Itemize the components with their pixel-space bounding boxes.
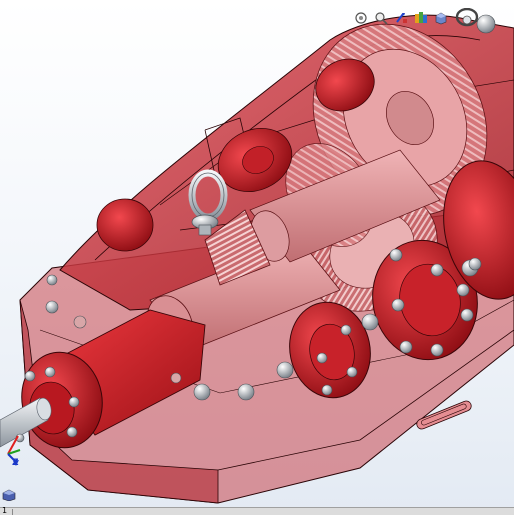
graphics-viewport[interactable] (0, 0, 514, 507)
zoom-to-fit-icon[interactable] (352, 10, 369, 27)
display-style-icon[interactable] (412, 10, 429, 27)
view-cube-icon[interactable] (2, 488, 16, 502)
heads-up-view-toolbar (352, 8, 482, 28)
solidworks-window: Z 1 (0, 0, 514, 515)
triad-z-label: Z (12, 458, 19, 468)
view-orientation-icon[interactable] (432, 10, 449, 27)
status-bar: 1 (0, 506, 514, 515)
status-separator (12, 509, 13, 515)
status-text: 1 (2, 506, 8, 515)
rotate-view-icon[interactable] (392, 10, 409, 27)
zoom-area-icon[interactable] (372, 10, 389, 27)
gearbox-model[interactable] (0, 0, 514, 507)
appearance-icon[interactable] (452, 8, 482, 27)
